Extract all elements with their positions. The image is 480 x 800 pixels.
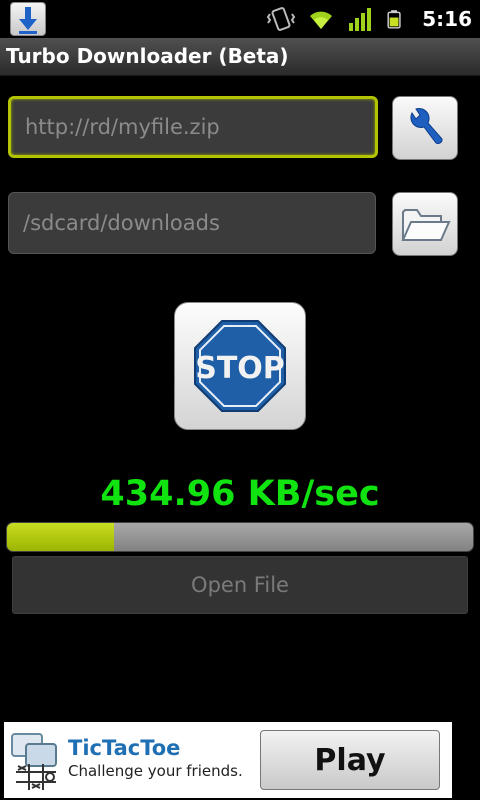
- ad-title: TicTacToe: [68, 736, 181, 760]
- status-bar: 5:16: [0, 0, 480, 38]
- folder-icon: [401, 209, 451, 241]
- ad-play-button[interactable]: Play: [260, 730, 440, 790]
- download-notification-icon[interactable]: [10, 2, 46, 36]
- download-speed: 434.96 KB/sec: [100, 474, 380, 514]
- app-title: Turbo Downloader (Beta): [6, 44, 289, 68]
- settings-button[interactable]: [392, 96, 458, 160]
- open-file-button[interactable]: Open File: [12, 556, 468, 614]
- browse-folder-button[interactable]: [392, 192, 458, 256]
- download-progress-bar: [6, 522, 474, 552]
- url-input[interactable]: http://rd/myfile.zip: [8, 96, 378, 158]
- stop-button[interactable]: STOP: [174, 302, 306, 430]
- ad-edge: [452, 722, 480, 798]
- ad-banner[interactable]: TicTacToe Challenge your friends. Play: [4, 722, 452, 798]
- ad-subtitle: Challenge your friends.: [68, 762, 243, 780]
- title-bar: Turbo Downloader (Beta): [0, 38, 480, 76]
- stop-sign-icon: STOP: [194, 320, 286, 412]
- progress-fill: [7, 523, 115, 551]
- clock-time: 5:16: [422, 7, 472, 31]
- wrench-icon: [410, 108, 443, 145]
- vibrate-icon: [267, 7, 296, 31]
- wifi-icon: [310, 11, 333, 29]
- stop-label: STOP: [195, 351, 285, 386]
- tictactoe-app-icon: [11, 733, 57, 790]
- signal-icon: [349, 8, 372, 31]
- battery-icon: [387, 10, 401, 29]
- download-path-input[interactable]: /sdcard/downloads: [8, 192, 376, 254]
